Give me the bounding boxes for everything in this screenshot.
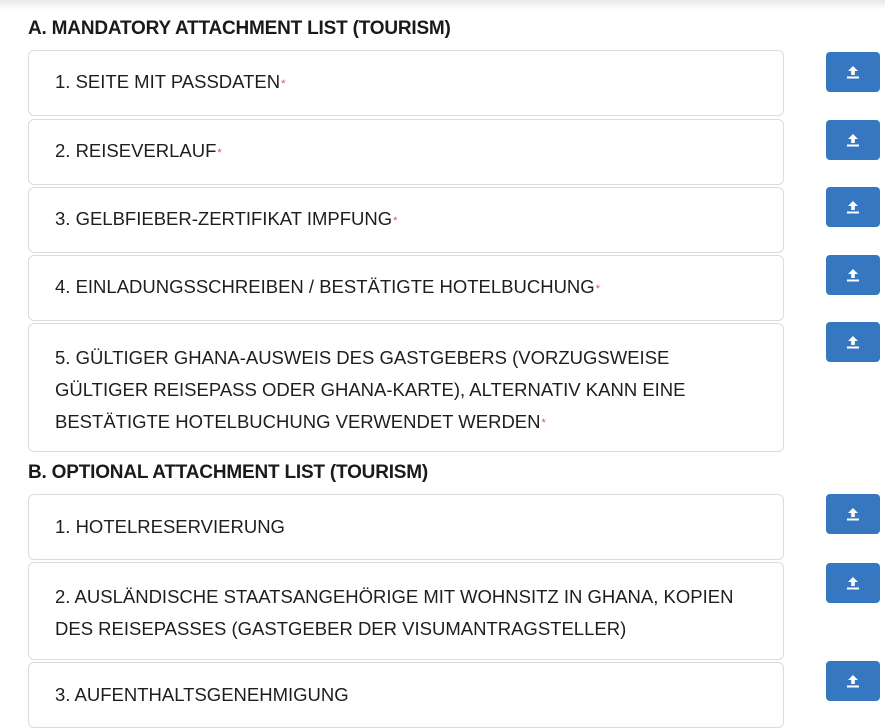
top-shadow — [0, 0, 885, 10]
required-mark: * — [595, 282, 600, 295]
attachment-label: 2. AUSLÄNDISCHE STAATSANGEHÖRIGE MIT WOH… — [55, 586, 734, 639]
required-mark: * — [281, 77, 286, 90]
attachment-item-yellow-fever: 3. GELBFIEBER-ZERTIFIKAT IMPFUNG* — [28, 187, 784, 253]
attachment-item-residence-permit: 3. AUFENTHALTSGENEHMIGUNG — [28, 662, 784, 728]
upload-button-yellow-fever[interactable] — [826, 187, 880, 227]
attachment-label: 3. GELBFIEBER-ZERTIFIKAT IMPFUNG — [55, 208, 393, 230]
upload-icon — [847, 336, 859, 349]
upload-button-residence-permit[interactable] — [826, 661, 880, 701]
upload-icon — [847, 269, 859, 282]
attachment-item-itinerary: 2. REISEVERLAUF* — [28, 119, 784, 185]
upload-icon — [847, 134, 859, 147]
attachment-label: 2. REISEVERLAUF — [55, 140, 217, 162]
upload-button-invitation-letter[interactable] — [826, 255, 880, 295]
upload-button-hotel-reservation[interactable] — [826, 494, 880, 534]
upload-button-host-id[interactable] — [826, 322, 880, 362]
upload-icon — [847, 508, 859, 521]
attachment-label: 3. AUFENTHALTSGENEHMIGUNG — [55, 684, 349, 705]
attachment-label: 5. GÜLTIGER GHANA-AUSWEIS DES GASTGEBERS… — [55, 347, 686, 432]
required-mark: * — [217, 146, 222, 159]
attachment-item-foreign-residents: 2. AUSLÄNDISCHE STAATSANGEHÖRIGE MIT WOH… — [28, 562, 784, 660]
upload-icon — [847, 66, 859, 79]
section-title-optional: B. OPTIONAL ATTACHMENT LIST (TOURISM) — [28, 462, 429, 483]
attachment-item-passport-data: 1. SEITE MIT PASSDATEN* — [28, 50, 784, 116]
attachment-item-host-id: 5. GÜLTIGER GHANA-AUSWEIS DES GASTGEBERS… — [28, 323, 784, 452]
upload-icon — [847, 675, 859, 688]
upload-icon — [847, 201, 859, 214]
upload-button-passport-data[interactable] — [826, 52, 880, 92]
upload-button-foreign-residents[interactable] — [826, 563, 880, 603]
required-mark: * — [393, 214, 398, 227]
attachment-label: 4. EINLADUNGSSCHREIBEN / BESTÄTIGTE HOTE… — [55, 276, 595, 298]
upload-button-itinerary[interactable] — [826, 120, 880, 160]
attachment-item-invitation-letter: 4. EINLADUNGSSCHREIBEN / BESTÄTIGTE HOTE… — [28, 255, 784, 321]
upload-icon — [847, 577, 859, 590]
attachment-label: 1. SEITE MIT PASSDATEN — [55, 71, 281, 93]
required-mark: * — [541, 417, 546, 430]
attachment-label: 1. HOTELRESERVIERUNG — [55, 516, 285, 537]
attachment-item-hotel-reservation: 1. HOTELRESERVIERUNG — [28, 494, 784, 560]
section-title-mandatory: A. MANDATORY ATTACHMENT LIST (TOURISM) — [28, 18, 451, 39]
